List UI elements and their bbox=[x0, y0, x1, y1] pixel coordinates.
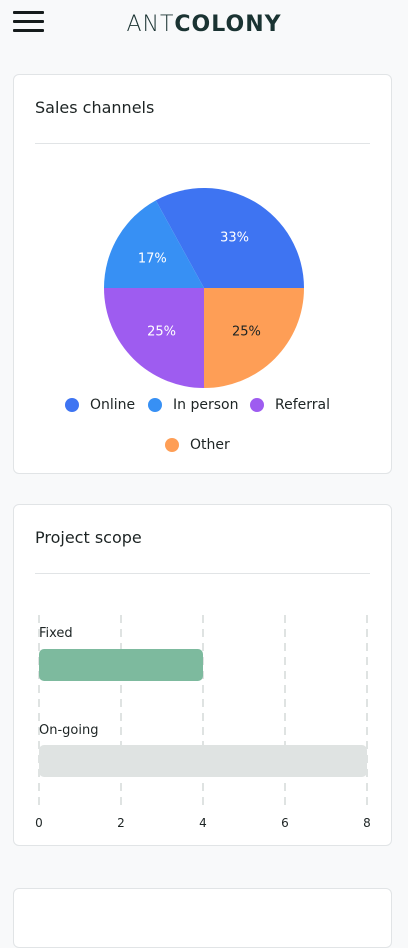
top-bar: ANTCOLONY bbox=[0, 0, 408, 54]
legend-item-online[interactable]: Online bbox=[65, 397, 135, 413]
project-scope-card: Project scope Fixed On-going 0 2 4 6 8 bbox=[13, 504, 392, 846]
card-divider bbox=[35, 143, 370, 144]
bar-fixed[interactable] bbox=[39, 649, 203, 681]
pie-slice-label: 25% bbox=[232, 324, 261, 339]
legend-label: Other bbox=[190, 437, 230, 453]
sales-channels-card: Sales channels 33% 17% 25% 25% Online In per… bbox=[13, 74, 392, 474]
bar-label-fixed: Fixed bbox=[39, 626, 73, 641]
pie-slice-label: 25% bbox=[147, 324, 176, 339]
legend-label: Referral bbox=[275, 397, 330, 413]
bar-chart-svg bbox=[38, 615, 368, 810]
bar-label-on-going: On-going bbox=[39, 723, 99, 738]
project-scope-bar-chart: Fixed On-going 0 2 4 6 8 bbox=[14, 505, 393, 847]
bar-on-going[interactable] bbox=[39, 745, 367, 777]
logo-light-text: ANT bbox=[126, 12, 175, 37]
pie-slice-label: 17% bbox=[138, 251, 167, 266]
x-axis-tick-label: 2 bbox=[117, 816, 125, 830]
next-card bbox=[13, 888, 392, 948]
pie-slice-label: 33% bbox=[220, 230, 249, 245]
legend-label: Online bbox=[90, 397, 136, 413]
x-axis-tick-label: 4 bbox=[199, 816, 207, 830]
sales-channels-pie-chart: 33% 17% 25% 25% bbox=[104, 188, 304, 388]
legend-dot bbox=[165, 438, 179, 452]
legend-dot bbox=[148, 398, 162, 412]
legend-item-referral[interactable]: Referral bbox=[250, 397, 330, 413]
sales-channels-title: Sales channels bbox=[35, 98, 155, 117]
x-axis-tick-label: 6 bbox=[281, 816, 289, 830]
logo[interactable]: ANTCOLONY bbox=[0, 12, 408, 37]
legend-dot bbox=[250, 398, 264, 412]
legend-item-other[interactable]: Other bbox=[165, 437, 230, 453]
legend-dot bbox=[65, 398, 79, 412]
logo-bold-text: COLONY bbox=[174, 12, 282, 37]
legend-label: In person bbox=[173, 397, 239, 413]
x-axis-tick-label: 8 bbox=[363, 816, 371, 830]
x-axis-tick-label: 0 bbox=[35, 816, 43, 830]
legend-item-in-person[interactable]: In person bbox=[148, 397, 238, 413]
